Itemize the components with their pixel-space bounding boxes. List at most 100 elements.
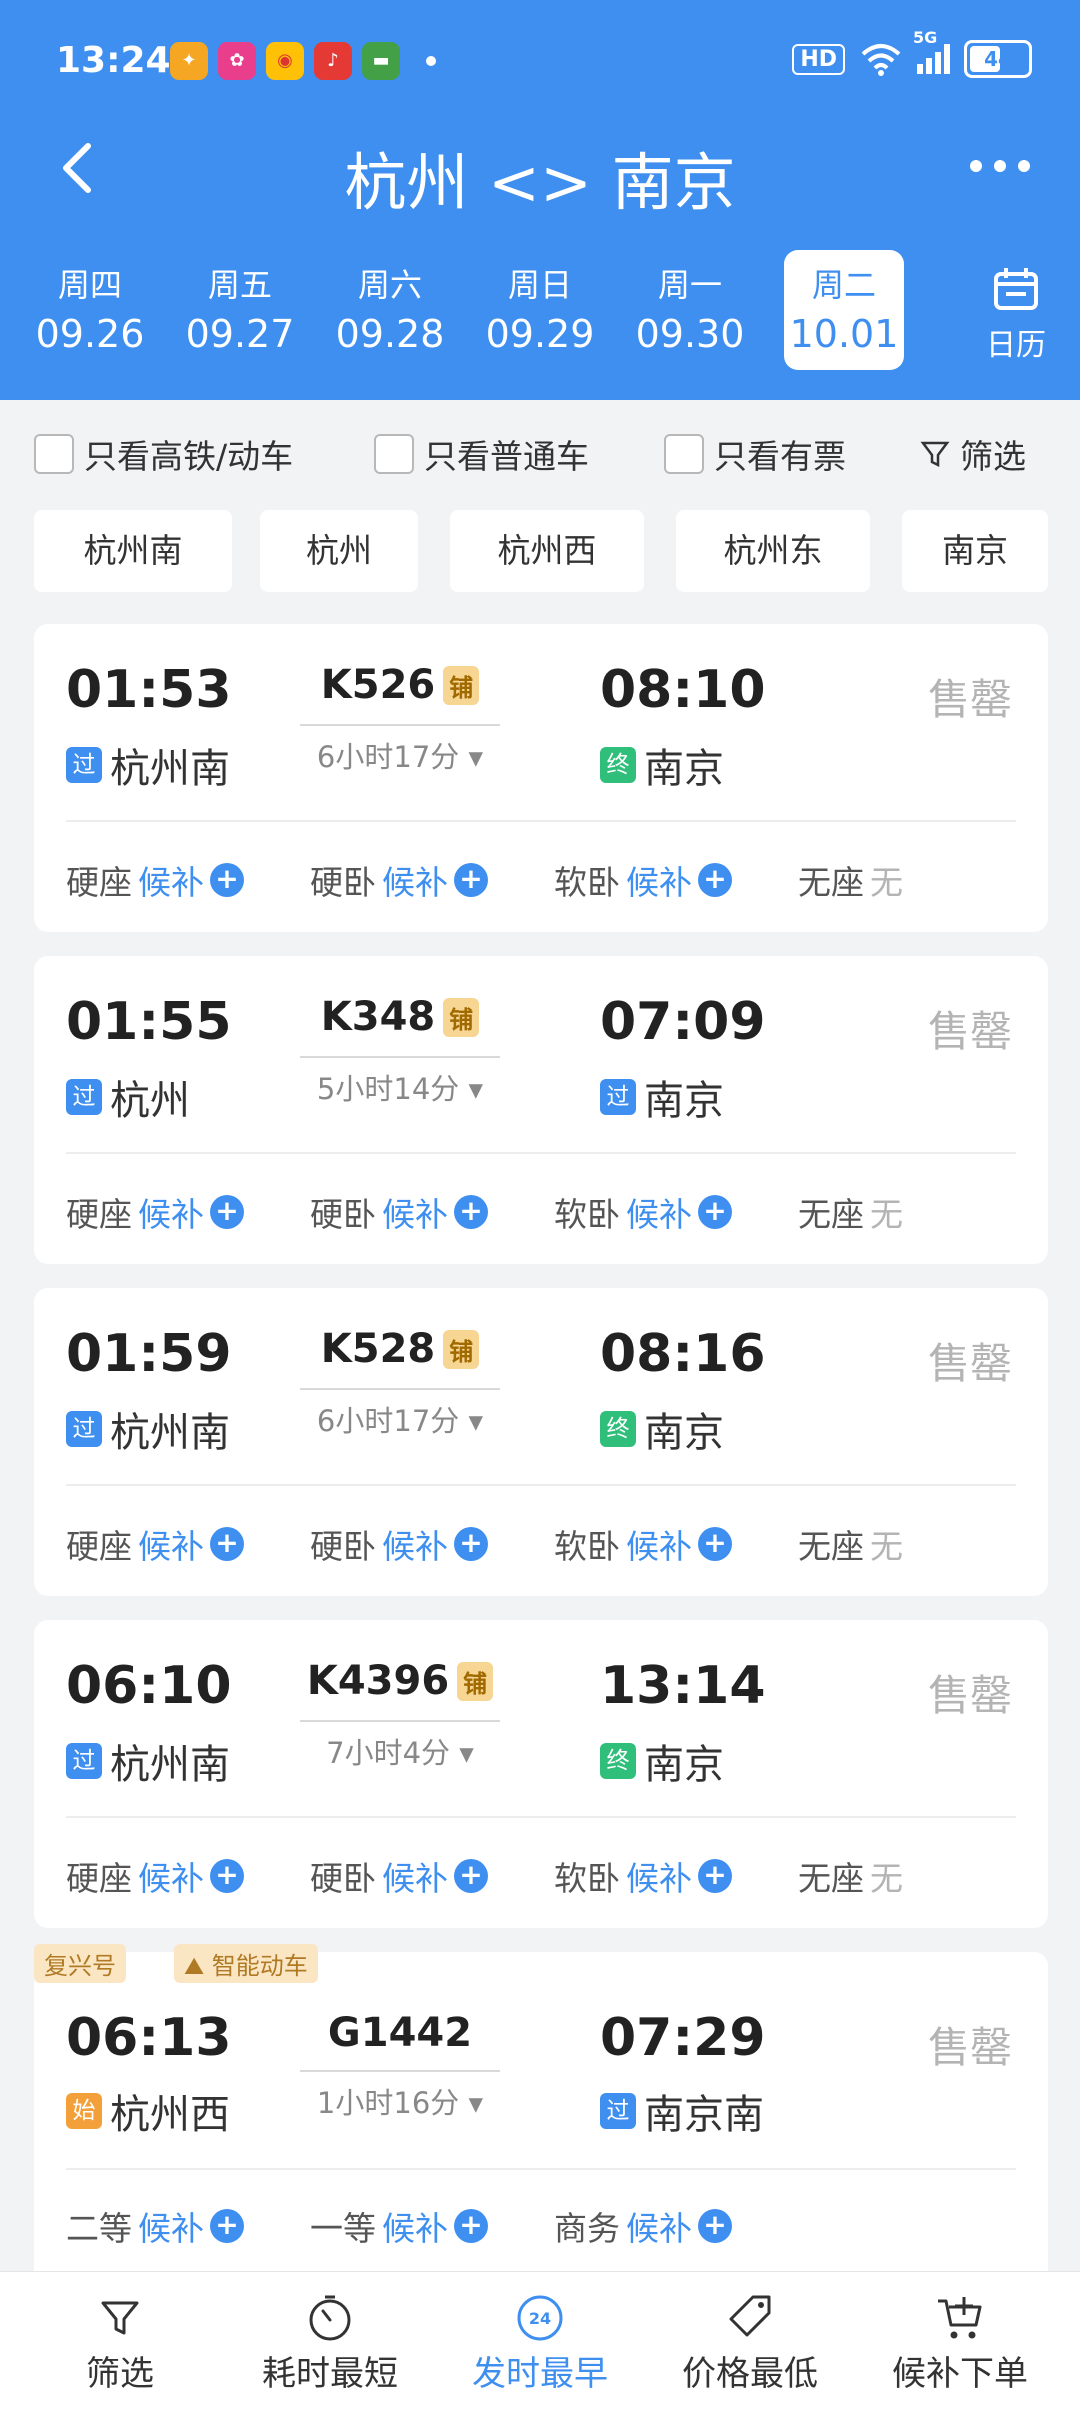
ticket-status: 售罄 xyxy=(927,2023,1012,2072)
departure-time: 01:55 xyxy=(66,992,232,1052)
seat-soft-sleeper[interactable]: 软卧 候补 + xyxy=(554,856,732,904)
station-chip[interactable]: 杭州南 xyxy=(34,510,232,592)
add-waitlist-icon[interactable]: + xyxy=(454,1195,488,1229)
duration[interactable]: 6小时17分 ▾ xyxy=(300,1398,500,1440)
train-number-text: K528 xyxy=(320,1326,436,1372)
seat-hard-seat[interactable]: 硬座 候补 + xyxy=(66,1852,244,1900)
seat-first-class[interactable]: 一等 候补 + xyxy=(310,2202,488,2250)
tab-shortest-duration[interactable]: 耗时最短 xyxy=(230,2290,430,2395)
seat-second-class[interactable]: 二等 候补 + xyxy=(66,2202,244,2250)
more-icon[interactable] xyxy=(970,160,1030,172)
tab-label: 候补下单 xyxy=(892,2354,1028,2394)
tab-earliest-departure[interactable]: 24 发时最早 xyxy=(440,2290,640,2395)
date-item[interactable]: 周四 09.26 xyxy=(30,250,150,370)
train-card[interactable]: 06:10 K4396 铺 7小时4分 ▾ 13:14 售罄 过杭州南 终南京 硬… xyxy=(34,1620,1048,1928)
tab-label: 价格最低 xyxy=(682,2354,818,2394)
cart-add-icon xyxy=(938,2297,982,2339)
duration[interactable]: 5小时14分 ▾ xyxy=(300,1066,500,1108)
filter-hs-checkbox[interactable]: 只看高铁/动车 xyxy=(34,430,293,478)
add-waitlist-icon[interactable]: + xyxy=(454,863,488,897)
add-waitlist-icon[interactable]: + xyxy=(210,863,244,897)
add-waitlist-icon[interactable]: + xyxy=(210,1195,244,1229)
seat-hard-seat[interactable]: 硬座 候补 + xyxy=(66,856,244,904)
filter-available-checkbox[interactable]: 只看有票 xyxy=(664,430,846,478)
terminal-tag: 终 xyxy=(600,747,636,783)
date-item[interactable]: 周五 09.27 xyxy=(180,250,300,370)
add-waitlist-icon[interactable]: + xyxy=(698,1195,732,1229)
date-item[interactable]: 周六 09.28 xyxy=(330,250,450,370)
seat-hard-seat[interactable]: 硬座 候补 + xyxy=(66,1188,244,1236)
duration[interactable]: 6小时17分 ▾ xyxy=(300,734,500,776)
seat-type: 无座 xyxy=(798,1527,864,1566)
train-card[interactable]: 复兴号 ⛰ 智能动车 06:13 G1442 1小时16分 ▾ 07:29 售罄… xyxy=(34,1944,1048,2292)
seat-hard-sleeper[interactable]: 硬卧 候补 + xyxy=(310,1520,488,1568)
add-waitlist-icon[interactable]: + xyxy=(698,2209,732,2243)
station-chip[interactable]: 杭州西 xyxy=(450,510,644,592)
checkbox-box[interactable] xyxy=(34,434,74,474)
seat-soft-sleeper[interactable]: 软卧 候补 + xyxy=(554,1188,732,1236)
date-item-selected[interactable]: 周二 10.01 xyxy=(784,250,904,370)
tab-label: 耗时最短 xyxy=(262,2354,398,2394)
add-waitlist-icon[interactable]: + xyxy=(698,863,732,897)
add-waitlist-icon[interactable]: + xyxy=(454,2209,488,2243)
checkbox-box[interactable] xyxy=(664,434,704,474)
seat-type: 软卧 xyxy=(554,863,620,902)
status-bar: 13:24 ✦ ✿ ◉ ♪ ▬ HD 5G 44 xyxy=(0,0,1080,120)
tab-filter[interactable]: 筛选 xyxy=(20,2290,220,2395)
tab-waitlist-order[interactable]: 候补下单 xyxy=(860,2290,1060,2395)
add-waitlist-icon[interactable]: + xyxy=(210,2209,244,2243)
hd-icon: HD xyxy=(792,43,845,75)
signal-icon: 5G xyxy=(913,28,950,74)
add-waitlist-icon[interactable]: + xyxy=(210,1527,244,1561)
add-waitlist-icon[interactable]: + xyxy=(698,1859,732,1893)
network-type: 5G xyxy=(913,28,938,47)
message-icon: ▬ xyxy=(362,42,400,80)
train-card[interactable]: 01:53 K526 铺 6小时17分 ▾ 08:10 售罄 过杭州南 终南京 硬… xyxy=(34,624,1048,932)
seat-type: 无座 xyxy=(798,863,864,902)
seat-business-class[interactable]: 商务 候补 + xyxy=(554,2202,732,2250)
arrival-time: 08:16 xyxy=(600,1324,766,1384)
date-weekday: 周一 xyxy=(657,266,722,304)
route-line xyxy=(300,2070,500,2072)
seat-hard-sleeper[interactable]: 硬卧 候补 + xyxy=(310,856,488,904)
seat-hard-seat[interactable]: 硬座 候补 + xyxy=(66,1520,244,1568)
filter-normal-checkbox[interactable]: 只看普通车 xyxy=(374,430,589,478)
seat-type: 硬座 xyxy=(66,1195,132,1234)
checkbox-box[interactable] xyxy=(374,434,414,474)
add-waitlist-icon[interactable]: + xyxy=(210,1859,244,1893)
tab-lowest-price[interactable]: 价格最低 xyxy=(650,2290,850,2395)
station-chip[interactable]: 南京 xyxy=(902,510,1048,592)
divider xyxy=(66,2168,1016,2170)
terminal-tag: 终 xyxy=(600,1743,636,1779)
screen-button[interactable]: 筛选 xyxy=(920,430,1026,478)
seat-hard-sleeper[interactable]: 硬卧 候补 + xyxy=(310,1852,488,1900)
date-value: 09.30 xyxy=(635,312,745,356)
train-card[interactable]: 01:59 K528 铺 6小时17分 ▾ 08:16 售罄 过杭州南 终南京 硬… xyxy=(34,1288,1048,1596)
add-waitlist-icon[interactable]: + xyxy=(698,1527,732,1561)
add-waitlist-icon[interactable]: + xyxy=(454,1859,488,1893)
add-waitlist-icon[interactable]: + xyxy=(454,1527,488,1561)
seat-type: 无座 xyxy=(798,1195,864,1234)
from-station-name: 杭州南 xyxy=(110,746,230,792)
seat-soft-sleeper[interactable]: 软卧 候补 + xyxy=(554,1852,732,1900)
waitlist-label: 候补 xyxy=(382,1859,448,1898)
calendar-button[interactable]: 日历 xyxy=(976,266,1056,364)
date-item[interactable]: 周日 09.29 xyxy=(480,250,600,370)
train-number-text: K348 xyxy=(320,994,436,1040)
ticket-status: 售罄 xyxy=(927,1007,1012,1056)
duration[interactable]: 7小时4分 ▾ xyxy=(300,1730,500,1772)
seat-hard-sleeper[interactable]: 硬卧 候补 + xyxy=(310,1188,488,1236)
station-chip[interactable]: 杭州东 xyxy=(676,510,870,592)
from-station-name: 杭州南 xyxy=(110,1742,230,1788)
seat-type: 软卧 xyxy=(554,1195,620,1234)
clock-24-icon: 24 xyxy=(517,2295,563,2341)
seat-soft-sleeper[interactable]: 软卧 候补 + xyxy=(554,1520,732,1568)
duration[interactable]: 1小时16分 ▾ xyxy=(300,2080,500,2122)
departure-time: 01:53 xyxy=(66,660,232,720)
train-card[interactable]: 01:55 K348 铺 5小时14分 ▾ 07:09 售罄 过杭州 过南京 硬座… xyxy=(34,956,1048,1264)
date-item[interactable]: 周一 09.30 xyxy=(630,250,750,370)
seat-no-seat: 无座无 xyxy=(798,856,903,904)
wifi-icon xyxy=(861,44,901,76)
ticket-status: 售罄 xyxy=(927,675,1012,724)
station-chip[interactable]: 杭州 xyxy=(260,510,418,592)
